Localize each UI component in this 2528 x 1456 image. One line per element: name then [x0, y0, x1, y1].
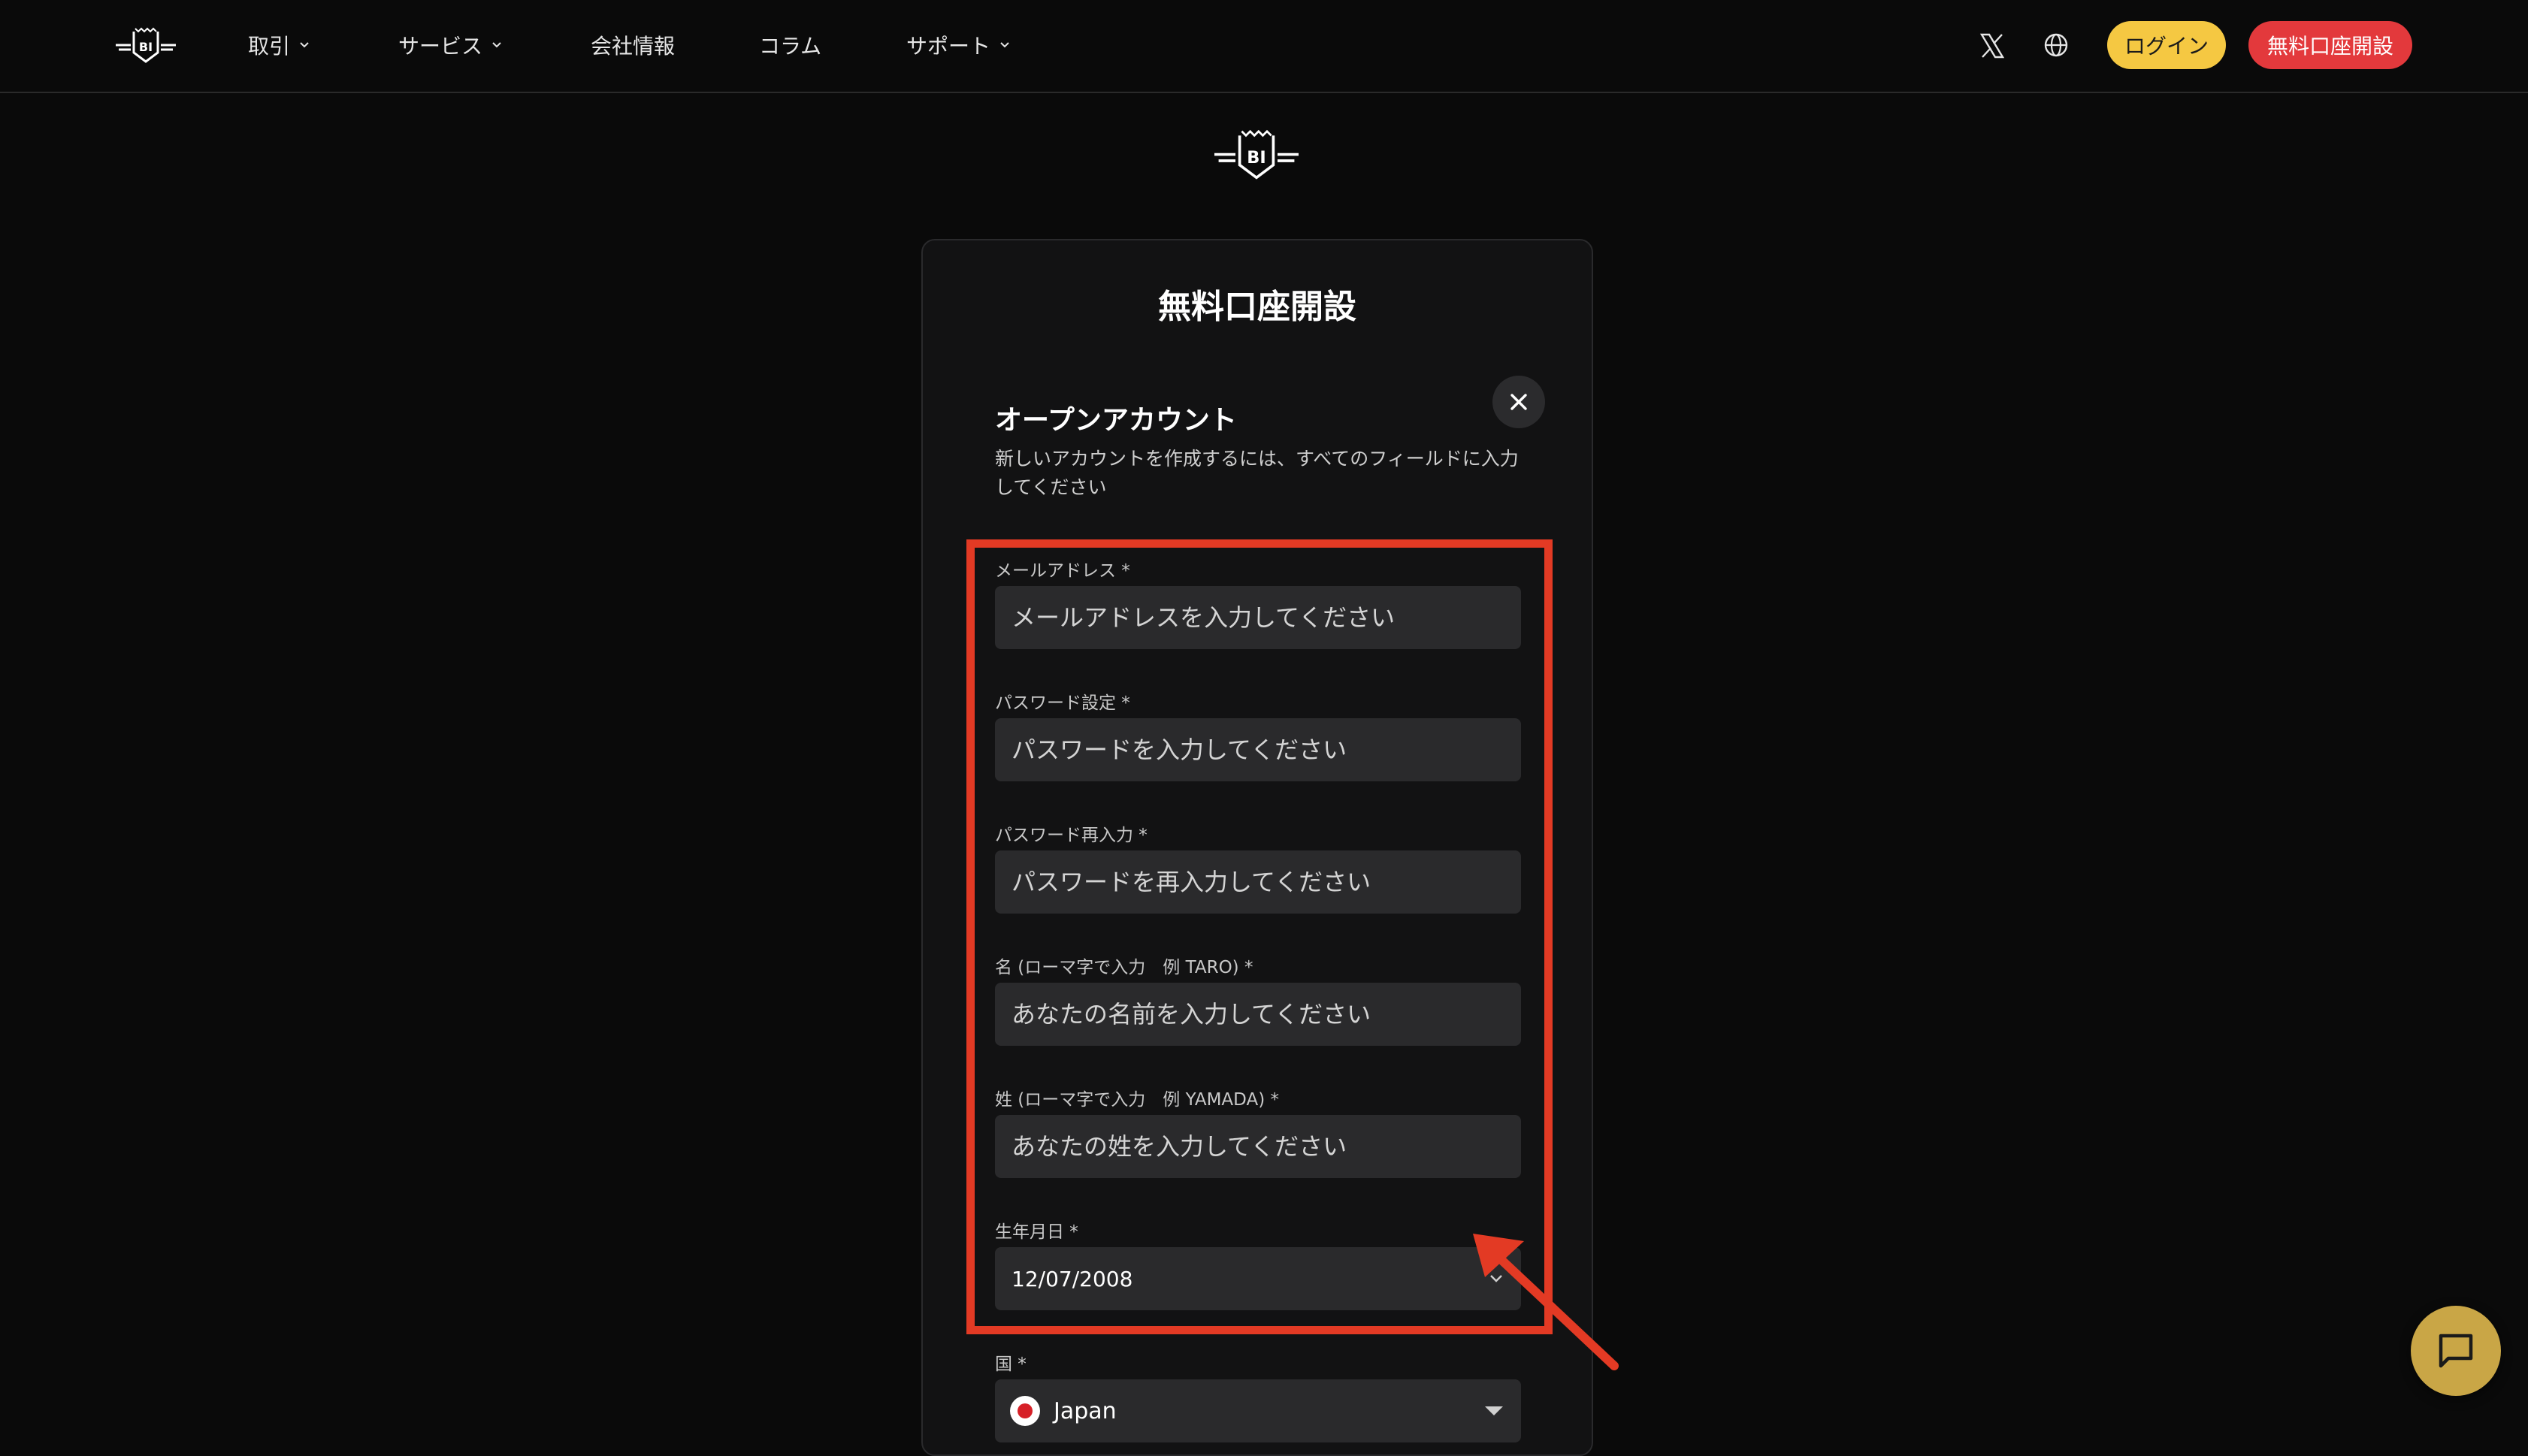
nav-services[interactable]: サービス	[398, 30, 502, 60]
brand-logo-large-icon: BI	[1214, 129, 1299, 180]
password-label: パスワード設定 *	[995, 693, 1130, 713]
country-label: 国 *	[995, 1355, 1027, 1374]
first-name-label: 名 (ローマ字で入力 例 TARO) *	[995, 958, 1253, 977]
nav-services-label: サービス	[398, 34, 483, 59]
nav-trade[interactable]: 取引	[248, 30, 310, 60]
form-heading: オープンアカウント	[995, 405, 1237, 436]
password-field[interactable]	[995, 718, 1521, 781]
brand-logo-icon[interactable]: BI	[114, 27, 177, 65]
chevron-down-icon	[1000, 42, 1009, 48]
top-header: BI 取引 サービス 会社情報 コラム サポート ログイン 無料口座開設	[0, 0, 2528, 93]
nav-column[interactable]: コラム	[759, 30, 821, 60]
open-account-button[interactable]: 無料口座開設	[2248, 21, 2412, 69]
japan-flag-icon	[1010, 1396, 1040, 1426]
close-icon	[1510, 394, 1527, 410]
chevron-down-icon	[300, 42, 309, 48]
country-select[interactable]: Japan	[995, 1379, 1521, 1442]
email-field[interactable]	[995, 586, 1521, 649]
nav-support-label: サポート	[906, 34, 991, 59]
birthdate-value: 12/07/2008	[1012, 1266, 1133, 1291]
birthdate-label: 生年月日 *	[995, 1222, 1078, 1242]
svg-text:BI: BI	[1247, 148, 1266, 168]
country-value: Japan	[1054, 1397, 1117, 1424]
svg-text:BI: BI	[139, 40, 153, 54]
signup-card: 無料口座開設 オープンアカウント 新しいアカウントを作成するには、すべてのフィー…	[921, 239, 1593, 1456]
close-button[interactable]	[1492, 376, 1545, 428]
last-name-field[interactable]	[995, 1115, 1521, 1178]
nav-column-label: コラム	[759, 34, 822, 59]
chevron-down-icon	[492, 42, 501, 48]
x-icon[interactable]	[1979, 33, 2005, 59]
chevron-down-icon	[1490, 1275, 1502, 1282]
nav-support[interactable]: サポート	[906, 30, 1010, 60]
email-label: メールアドレス *	[995, 561, 1130, 581]
nav-trade-label: 取引	[248, 34, 291, 59]
caret-down-icon	[1485, 1406, 1503, 1415]
form-description: 新しいアカウントを作成するには、すべてのフィールドに入力してください	[995, 448, 1519, 498]
password-confirm-field[interactable]	[995, 850, 1521, 914]
chat-bubble-icon	[2439, 1334, 2473, 1368]
card-title: 無料口座開設	[1158, 288, 1356, 326]
birthdate-picker[interactable]: 12/07/2008	[995, 1247, 1521, 1310]
nav-company[interactable]: 会社情報	[591, 30, 675, 60]
login-button[interactable]: ログイン	[2107, 21, 2226, 69]
password-confirm-label: パスワード再入力 *	[995, 826, 1148, 845]
nav-company-label: 会社情報	[591, 34, 676, 59]
globe-icon[interactable]	[2043, 32, 2070, 59]
chat-button[interactable]	[2411, 1306, 2501, 1396]
last-name-label: 姓 (ローマ字で入力 例 YAMADA) *	[995, 1090, 1279, 1110]
first-name-field[interactable]	[995, 983, 1521, 1046]
